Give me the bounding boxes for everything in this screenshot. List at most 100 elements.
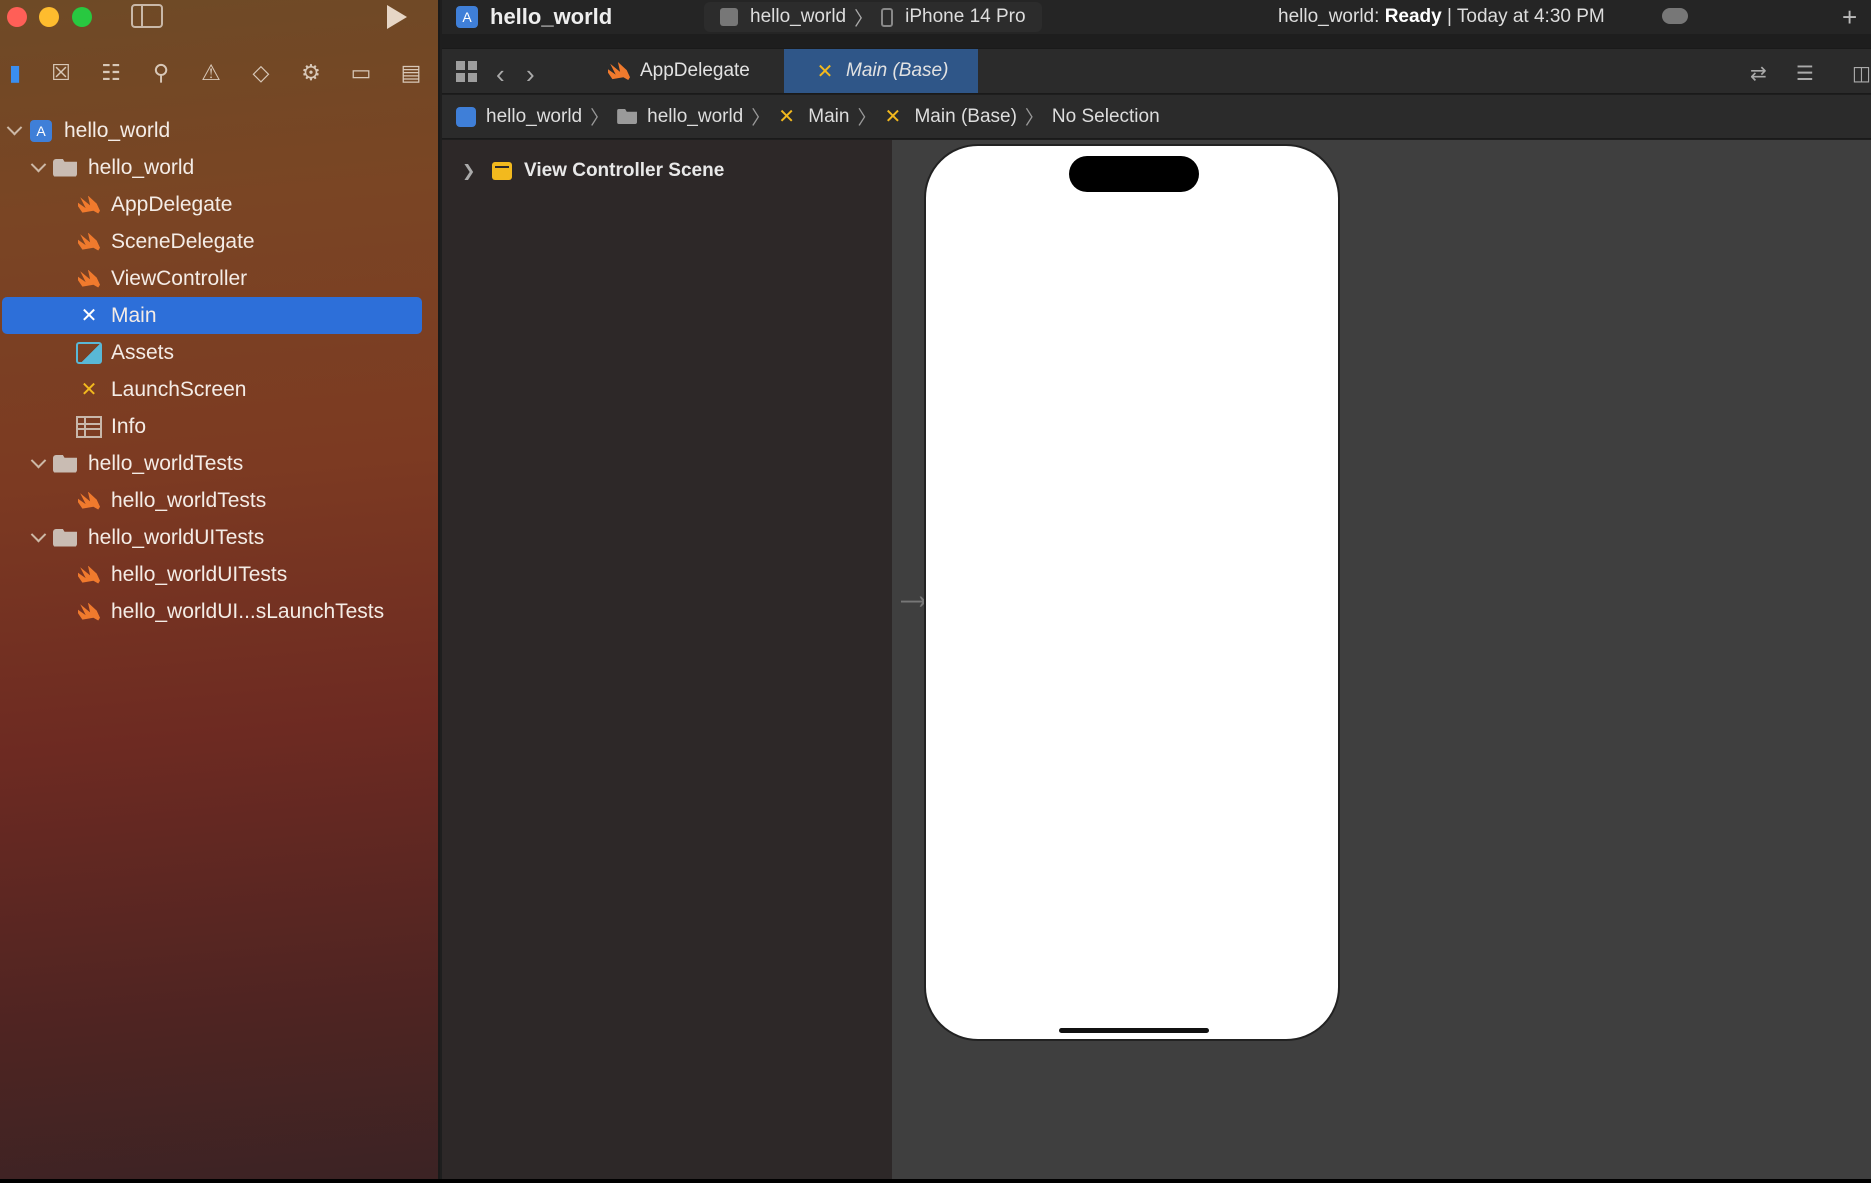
interface-builder-canvas[interactable]: → [892,140,1871,1183]
run-button[interactable] [383,3,411,31]
tree-item-project[interactable]: hello_world [0,112,440,149]
forward-arrow-icon[interactable]: › [526,59,535,90]
breadcrumb-file[interactable]: Main [778,104,849,129]
iphone-icon [881,7,894,27]
chevron-down-icon[interactable] [30,160,46,176]
storyboard-icon [814,62,836,80]
plus-icon[interactable]: + [1842,2,1857,33]
chevron-right-icon[interactable]: ❯ [462,161,478,181]
tree-item-uitests-file[interactable]: hello_worldUITests [0,556,440,593]
scheme-target[interactable]: hello_world [750,6,846,28]
app-target-icon [720,8,738,26]
xcode-project-icon [456,106,476,127]
zoom-window-button[interactable] [72,7,92,27]
status-state: Ready [1384,6,1442,27]
breakpoint-navigator-icon[interactable]: ▭ [346,58,376,88]
chevron-right-icon: 〉 [590,108,610,129]
tree-item-label: LaunchScreen [111,377,247,401]
tree-item-label: Info [111,414,147,438]
test-navigator-icon[interactable]: ◇ [246,58,276,88]
breadcrumb-project[interactable]: hello_world [456,106,582,128]
folder-icon [52,453,78,475]
swift-file-icon [76,601,102,623]
view-controller-icon [492,162,512,180]
folder-navigator-icon[interactable]: ▮ [0,58,30,88]
related-items-grid-icon[interactable] [456,61,478,83]
dynamic-island [1069,156,1199,192]
tree-item-label: hello_world [88,155,195,179]
asset-catalog-icon [76,342,102,364]
tree-item-scenedelegate[interactable]: SceneDelegate [0,223,440,260]
tree-item-launchtests-file[interactable]: hello_worldUI...sLaunchTests [0,593,440,630]
symbol-navigator-icon[interactable]: ☷ [96,58,126,88]
editor-options-icon[interactable]: ☰ [1796,61,1814,86]
breadcrumb-group[interactable]: hello_world [617,106,743,128]
add-editor-icon[interactable]: ◫ [1852,61,1871,86]
cloud-icon[interactable] [1662,8,1688,24]
breadcrumb-selection[interactable]: No Selection [1052,106,1160,128]
scheme-selector[interactable]: hello_world 〉 iPhone 14 Pro [704,2,1042,32]
back-arrow-icon[interactable]: ‹ [496,59,505,90]
sidebar-toggle-icon[interactable] [131,4,163,28]
report-navigator-icon[interactable]: ▤ [396,58,426,88]
plist-table-icon [76,416,102,438]
tree-item-viewcontroller[interactable]: ViewController [0,260,440,297]
breadcrumb-label: Main [808,105,850,127]
source-control-navigator-icon[interactable]: ☒ [46,58,76,88]
tree-item-label: Assets [111,340,175,364]
tree-item-label: ViewController [111,266,248,290]
navigator-selector-bar: ▮ ☒ ☷ ⚲ ⚠ ◇ ⚙ ▭ ▤ [0,48,440,98]
breadcrumb-label: hello_world [647,105,744,127]
jump-bar: hello_world 〉 hello_world 〉 Main 〉 Main … [442,95,1871,139]
issue-navigator-icon[interactable]: ⚠ [196,58,226,88]
window-controls [0,0,440,34]
project-title: A hello_world [456,4,612,30]
tree-item-label: SceneDelegate [111,229,255,253]
folder-icon [52,157,78,179]
tab-label: Main (Base) [846,60,949,81]
tree-item-assets[interactable]: Assets [0,334,440,371]
file-tree: hello_world hello_world AppDelegate Scen… [0,112,440,630]
tree-item-appdelegate[interactable]: AppDelegate [0,186,440,223]
tree-item-label: Main [111,303,157,327]
tab-main-base[interactable]: Main (Base) [784,49,979,93]
tab-appdelegate[interactable]: AppDelegate [578,49,780,93]
tree-item-label: hello_worldUI...sLaunchTests [111,599,385,623]
folder-icon [52,527,78,549]
chevron-down-icon[interactable] [30,530,46,546]
scheme-device[interactable]: iPhone 14 Pro [905,6,1025,28]
tree-item-launchscreen[interactable]: LaunchScreen [0,371,440,408]
tree-item-group-hello-world[interactable]: hello_world [0,149,440,186]
storyboard-icon [76,305,102,327]
tree-item-label: hello_worldTests [88,451,244,475]
chevron-down-icon[interactable] [6,123,22,139]
close-window-button[interactable] [7,7,27,27]
debug-navigator-icon[interactable]: ⚙ [296,58,326,88]
minimize-window-button[interactable] [39,7,59,27]
tree-item-main[interactable]: Main [2,297,422,334]
chevron-right-icon: 〉 [1024,108,1044,129]
outline-item-view-controller-scene[interactable]: ❯ View Controller Scene [462,160,724,182]
home-indicator [1059,1028,1209,1033]
window-bottom-edge [0,1179,1871,1183]
breadcrumb-label: Main (Base) [914,105,1017,127]
scene-label: View Controller Scene [524,160,725,181]
tree-item-info[interactable]: Info [0,408,440,445]
storyboard-icon [76,379,102,401]
tree-item-tests-file[interactable]: hello_worldTests [0,482,440,519]
status-prefix: hello_world: [1278,6,1380,27]
status-time: | Today at 4:30 PM [1447,6,1605,27]
iphone-scene-view[interactable] [924,144,1340,1041]
breadcrumb-label: No Selection [1051,105,1160,127]
swift-file-icon [608,62,630,80]
chevron-down-icon[interactable] [30,456,46,472]
tree-item-label: hello_world [64,118,171,142]
find-navigator-icon[interactable]: ⚲ [146,58,176,88]
breadcrumb-localization[interactable]: Main (Base) [884,104,1016,129]
editor-tab-bar: ‹ › AppDelegate Main (Base) ⇄ ☰ ◫ [442,48,1871,94]
tree-item-group-uitests[interactable]: hello_worldUITests [0,519,440,556]
window-toolbar: A hello_world hello_world 〉 iPhone 14 Pr… [442,0,1871,34]
tree-item-group-tests[interactable]: hello_worldTests [0,445,440,482]
chevron-right-icon: 〉 [751,108,771,129]
swap-arrows-icon[interactable]: ⇄ [1750,61,1767,86]
